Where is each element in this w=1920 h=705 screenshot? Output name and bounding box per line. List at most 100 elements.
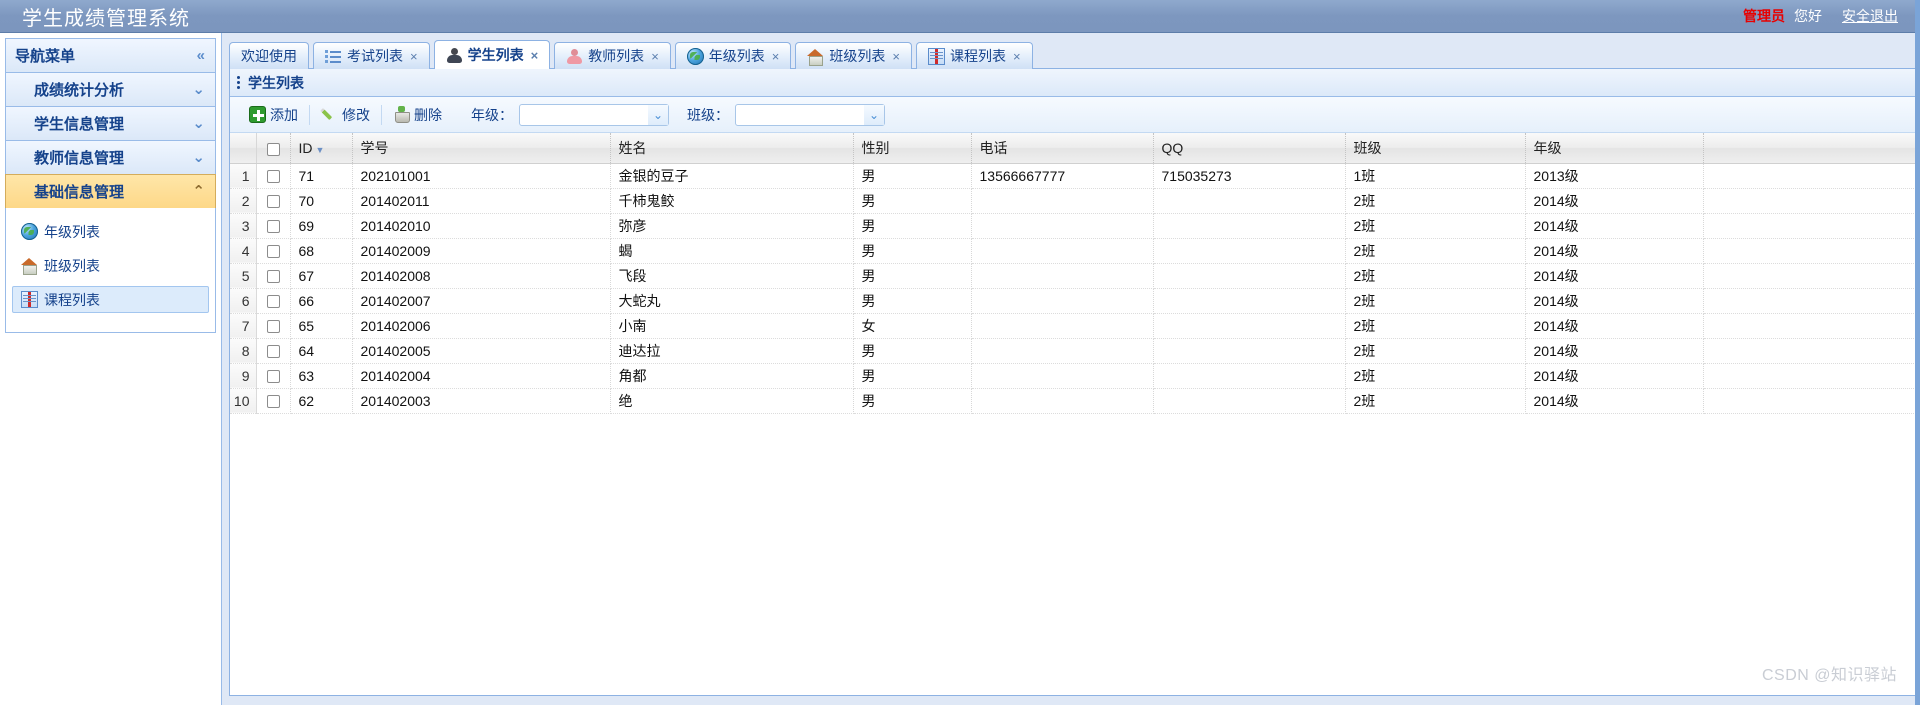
row-checkbox[interactable] [256,338,291,364]
table-row[interactable]: 9 63 201402004 角都男 2班 2014级 [230,363,1919,389]
row-number: 1 [230,163,257,189]
tab-class-list[interactable]: 班级列表 × [795,42,912,69]
header-qq[interactable]: QQ [1153,133,1346,164]
row-checkbox[interactable] [256,188,291,214]
add-button-label: 添加 [270,106,298,123]
chevron-down-icon[interactable]: ⌄ [648,104,668,125]
table-row[interactable]: 7 65 201402006 小南女 2班 2014级 [230,313,1919,339]
cell-phone [971,238,1154,264]
class-filter-label: 班级： [687,106,729,123]
header-id[interactable]: ID ▼ [290,133,353,164]
tab-student-list[interactable]: 学生列表 × [433,40,551,69]
cell-class: 2班 [1345,338,1526,364]
cell-name: 金银的豆子 [610,163,854,189]
add-button[interactable]: 添加 [238,103,309,127]
list-icon [325,48,342,65]
cell-gender: 男 [853,338,972,364]
row-number: 4 [230,238,257,264]
cell-phone [971,263,1154,289]
table-row[interactable]: 6 66 201402007 大蛇丸男 2班 2014级 [230,288,1919,314]
cell-phone: 13566667777 [971,163,1154,189]
trash-icon [393,106,410,123]
drag-handle-icon[interactable] [237,75,241,90]
tab-teacher-list[interactable]: 教师列表 × [554,42,671,69]
header-class[interactable]: 班级 [1345,133,1526,164]
class-select[interactable]: ⌄ [735,103,885,126]
header-gender[interactable]: 性别 [853,133,972,164]
cell-gender: 男 [853,163,972,189]
cell-qq [1153,213,1346,239]
table-row[interactable]: 1 71 202101001 金银的豆子男 13566667777 715035273 1班… [230,163,1919,189]
pencil-icon [321,106,338,123]
header-phone[interactable]: 电话 [971,133,1154,164]
sidebar-group-student-info[interactable]: 学生信息管理 ⌄ [5,106,216,140]
table-row[interactable]: 4 68 201402009 蝎男 2班 2014级 [230,238,1919,264]
tab-welcome[interactable]: 欢迎使用 [229,42,309,69]
header-sno[interactable]: 学号 [352,133,611,164]
row-checkbox[interactable] [256,313,291,339]
header-select-all[interactable] [256,133,291,164]
close-icon[interactable]: × [531,48,539,63]
row-select-checkbox[interactable] [266,270,280,284]
tab-grade-list[interactable]: 年级列表 × [674,42,792,69]
row-select-checkbox[interactable] [266,320,280,334]
chevron-down-icon[interactable]: ⌄ [864,104,884,125]
tab-course-list[interactable]: 课程列表 × [915,42,1033,69]
row-checkbox[interactable] [256,388,291,414]
row-checkbox[interactable] [256,363,291,389]
grade-select[interactable]: ⌄ [519,103,669,126]
close-icon[interactable]: × [892,49,900,64]
row-select-checkbox[interactable] [266,170,280,184]
row-checkbox[interactable] [256,213,291,239]
cell-grade: 2014级 [1525,313,1704,339]
cell-gender: 男 [853,363,972,389]
sidebar-group-score-analysis[interactable]: 成绩统计分析 ⌄ [5,72,216,106]
cell-sno: 201402006 [352,313,611,339]
row-checkbox[interactable] [256,238,291,264]
cell-class: 2班 [1345,388,1526,414]
row-select-checkbox[interactable] [266,245,280,259]
table-row[interactable]: 3 69 201402010 弥彦男 2班 2014级 [230,213,1919,239]
header-grade[interactable]: 年级 [1525,133,1704,164]
cell-gender: 男 [853,388,972,414]
row-select-checkbox[interactable] [266,220,280,234]
select-all-checkbox[interactable] [266,142,280,156]
row-select-checkbox[interactable] [266,195,280,209]
tab-exam-list[interactable]: 考试列表 × [313,42,430,69]
collapse-icon[interactable]: « [197,48,205,63]
table-row[interactable]: 8 64 201402005 迪达拉男 2班 2014级 [230,338,1919,364]
row-select-checkbox[interactable] [266,295,280,309]
sidebar-title[interactable]: 导航菜单 « [5,38,216,72]
row-number: 8 [230,338,257,364]
logout-link[interactable]: 安全退出 [1842,6,1898,26]
cell-class: 2班 [1345,363,1526,389]
row-checkbox[interactable] [256,288,291,314]
sidebar-group-label: 学生信息管理 [34,116,125,133]
table-row[interactable]: 2 70 201402011 千柿鬼鲛男 2班 2014级 [230,188,1919,214]
header-filler [1703,133,1919,164]
sidebar-group-basic-info[interactable]: 基础信息管理 ⌃ [5,174,216,208]
close-icon[interactable]: × [772,49,780,64]
row-select-checkbox[interactable] [266,370,280,384]
sidebar-group-teacher-info[interactable]: 教师信息管理 ⌄ [5,140,216,174]
close-icon[interactable]: × [410,49,418,64]
header-name[interactable]: 姓名 [610,133,854,164]
close-icon[interactable]: × [651,49,659,64]
sidebar-item-class-list[interactable]: 班级列表 [12,252,209,279]
edit-button[interactable]: 修改 [310,103,381,127]
sidebar-item-grade-list[interactable]: 年级列表 [12,218,209,245]
delete-button[interactable]: 删除 [382,103,453,127]
book-icon [927,47,945,65]
plus-icon [249,106,266,123]
vertical-scrollbar[interactable] [1915,0,1920,705]
row-select-checkbox[interactable] [266,395,280,409]
sidebar-item-course-list[interactable]: 课程列表 [12,286,209,313]
row-select-checkbox[interactable] [266,345,280,359]
table-row[interactable]: 5 67 201402008 飞段男 2班 2014级 [230,263,1919,289]
table-row[interactable]: 10 62 201402003 绝男 2班 2014级 [230,388,1919,414]
close-icon[interactable]: × [1013,49,1021,64]
cell-grade: 2014级 [1525,338,1704,364]
row-checkbox[interactable] [256,263,291,289]
row-checkbox[interactable] [256,163,291,189]
cell-gender: 男 [853,263,972,289]
